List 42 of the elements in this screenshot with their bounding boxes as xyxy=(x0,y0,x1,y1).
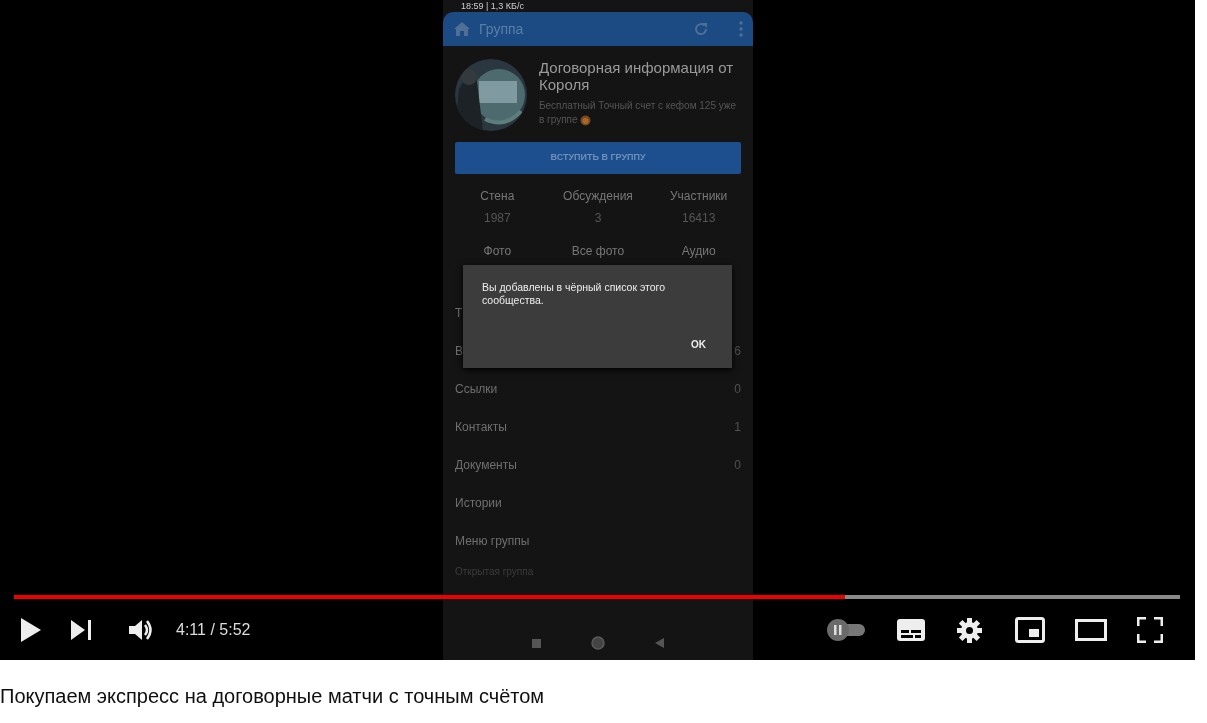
next-icon[interactable] xyxy=(70,619,92,641)
menu-item[interactable]: Т xyxy=(455,304,463,322)
dialog-message: Вы добавлены в чёрный список этого сообщества. xyxy=(482,281,666,307)
theater-mode-icon[interactable] xyxy=(1075,619,1107,641)
back-icon[interactable] xyxy=(655,638,664,648)
miniplayer-icon[interactable] xyxy=(1015,617,1045,643)
menu-item[interactable]: В xyxy=(455,342,463,360)
section-link[interactable]: Все фото xyxy=(547,242,649,260)
counter-value: 1987 xyxy=(482,210,512,227)
counter-value: 16413 xyxy=(680,210,717,227)
counter-value: 3 xyxy=(593,210,603,227)
volume-icon[interactable] xyxy=(128,618,154,642)
fullscreen-icon[interactable] xyxy=(1137,617,1163,643)
menu-count: 1 xyxy=(734,419,741,436)
menu-item[interactable]: Документы xyxy=(455,456,517,474)
circle-icon[interactable] xyxy=(591,636,605,650)
emoji-icon xyxy=(580,114,592,126)
autoplay-toggle[interactable] xyxy=(825,618,867,642)
subtitles-icon[interactable] xyxy=(897,619,925,641)
section-link[interactable]: Фото xyxy=(447,242,548,260)
menu-item[interactable]: Меню группы xyxy=(455,532,530,550)
app-bar-title: Группа xyxy=(479,19,524,39)
counter-label: Стена xyxy=(479,188,516,205)
square-icon[interactable] xyxy=(532,638,541,648)
time-display: 4:11 / 5:52 xyxy=(176,620,251,640)
settings-icon[interactable] xyxy=(957,617,982,643)
group-name: Договорная информация от Короля xyxy=(539,59,735,93)
status-bar-text: 18:59 | 1,3 КБ/с xyxy=(460,0,526,12)
join-button[interactable]: ВСТУПИТЬ В ГРУППУ xyxy=(455,142,741,174)
menu-count: 6 xyxy=(734,343,741,360)
menu-count: 0 xyxy=(734,381,741,398)
section-link[interactable]: Аудио xyxy=(648,242,749,260)
progress-track[interactable] xyxy=(14,595,1180,599)
menu-item[interactable]: Ссылки xyxy=(455,380,498,398)
counter-label: Обсуждения xyxy=(562,188,634,205)
menu-count: 0 xyxy=(734,457,741,474)
counter-label: Участники xyxy=(669,188,729,205)
ok-button[interactable]: OK xyxy=(687,335,710,354)
video-title: Покупаем экспресс на договорные матчи с точным счётом xyxy=(0,684,546,708)
menu-item[interactable]: Истории xyxy=(455,494,502,512)
menu-item[interactable]: Контакты xyxy=(455,418,507,436)
play-icon[interactable] xyxy=(20,617,42,643)
